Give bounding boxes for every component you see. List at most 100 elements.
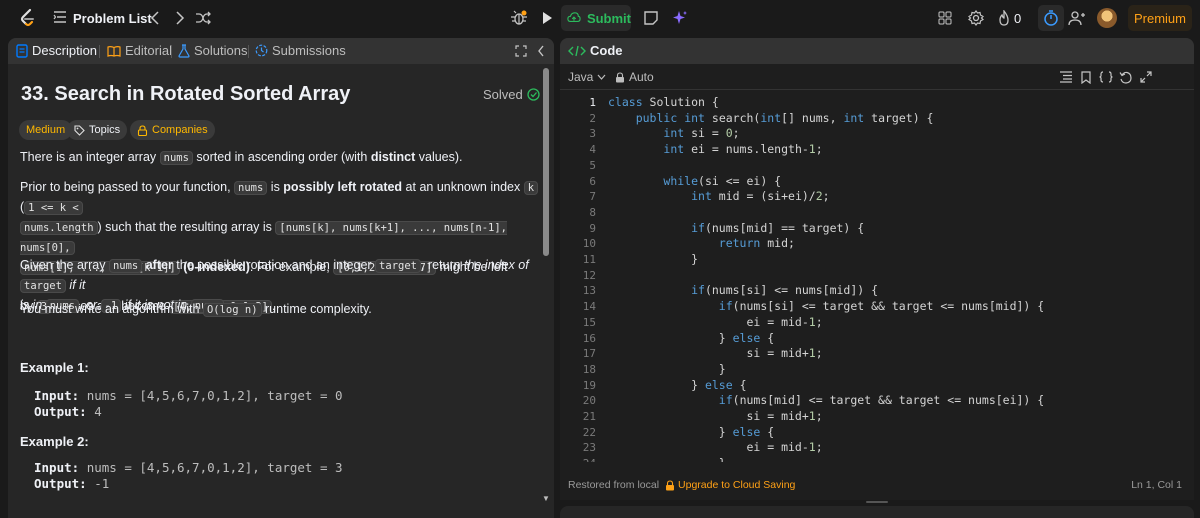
code-panel-header: Code (560, 38, 1194, 64)
premium-button[interactable]: Premium (1128, 5, 1192, 31)
history-icon (255, 44, 268, 57)
line-number: 15 (582, 315, 596, 329)
tab-description-label: Description (32, 43, 98, 58)
leetcode-logo-icon[interactable] (18, 8, 38, 28)
scroll-down-arrow[interactable]: ▼ (542, 494, 550, 503)
description-paragraph-4: You must write an algorithm with O(log n… (20, 302, 372, 317)
note-icon[interactable] (640, 7, 662, 29)
code-line: if(nums[si] <= target && target <= nums[… (718, 299, 1045, 314)
expand-icon[interactable] (1138, 69, 1154, 85)
line-number: 16 (582, 331, 596, 345)
code-line: if(nums[mid] == target) { (691, 220, 865, 235)
code-line: ei = mid-1; (608, 440, 823, 455)
line-number: 20 (582, 394, 596, 408)
line-number: 23 (582, 441, 596, 455)
solved-label: Solved (483, 87, 523, 102)
upgrade-cloud-saving-link[interactable]: Upgrade to Cloud Saving (665, 479, 795, 491)
topics-tag[interactable]: Topics (67, 120, 128, 140)
line-number: 5 (589, 158, 596, 172)
tab-editorial[interactable]: Editorial (107, 43, 172, 58)
tab-description[interactable]: Description (16, 43, 97, 58)
settings-gear-icon[interactable] (966, 8, 986, 28)
lock-icon (616, 71, 624, 82)
ai-sparkle-icon[interactable] (669, 7, 691, 29)
editor-toolbar: Java Auto (560, 64, 1194, 90)
problem-list-link[interactable]: Problem List (73, 11, 152, 26)
code-editor[interactable]: 123456789101112131415161718192021222324c… (560, 94, 1194, 462)
line-number: 11 (582, 253, 596, 266)
auto-mode-toggle[interactable]: Auto (615, 70, 654, 84)
problem-content: 33. Search in Rotated Sorted Array Solve… (8, 64, 546, 518)
code-line: if(nums[mid] <= target && target <= nums… (718, 393, 1045, 408)
shuffle-icon[interactable] (194, 9, 212, 27)
example-2-input: Input: nums = [4,5,6,7,0,1,2], target = … (34, 460, 343, 475)
collapse-panel-icon[interactable] (535, 44, 547, 58)
code-line: } else { (608, 424, 775, 439)
layout-grid-icon[interactable] (936, 9, 954, 27)
lock-icon (137, 124, 148, 136)
user-avatar[interactable] (1097, 8, 1117, 28)
tag-icon (74, 124, 85, 136)
timer-icon[interactable] (1038, 5, 1064, 31)
code-line: public int search(int[] nums, int target… (635, 110, 934, 125)
line-number: 6 (589, 174, 596, 188)
cloud-upload-icon (567, 12, 581, 23)
run-button[interactable] (536, 7, 558, 29)
panel-resize-handle[interactable] (866, 501, 888, 503)
tab-code[interactable]: Code (568, 43, 623, 58)
debug-icon[interactable] (508, 7, 530, 29)
problem-title: 33. Search in Rotated Sorted Array (21, 83, 351, 105)
companies-tag[interactable]: Companies (130, 120, 215, 140)
difficulty-label: Medium (26, 124, 66, 136)
code-line: si = mid+1; (608, 346, 823, 361)
restore-status: Restored from local (568, 479, 660, 491)
submit-label: Submit (586, 10, 631, 26)
line-number: 19 (582, 378, 596, 392)
next-problem-button[interactable] (173, 9, 187, 27)
braces-icon[interactable] (1098, 69, 1114, 85)
tab-divider (248, 45, 249, 58)
description-footer (8, 512, 554, 518)
reset-code-icon[interactable] (1118, 69, 1134, 85)
code-line: } else { (608, 377, 747, 392)
code-line: int ei = nums.length-1; (663, 142, 823, 157)
difficulty-badge[interactable]: Medium (19, 120, 73, 140)
companies-label: Companies (152, 124, 208, 136)
tab-submissions[interactable]: Submissions (255, 43, 346, 58)
chevron-down-icon (597, 74, 606, 80)
submit-button[interactable]: Submit (561, 5, 631, 31)
code-line: int si = 0; (663, 126, 740, 141)
code-tab-label: Code (590, 43, 623, 58)
line-number: 13 (582, 284, 596, 298)
example-1-input: Input: nums = [4,5,6,7,0,1,2], target = … (34, 388, 343, 403)
line-number: 1 (589, 96, 596, 109)
language-select[interactable]: Java (568, 70, 606, 84)
flask-icon (178, 43, 190, 58)
tab-solutions-label: Solutions (194, 43, 248, 58)
code-line: si = mid+1; (608, 409, 823, 423)
line-number: 17 (582, 347, 596, 361)
code-panel: Code Java Auto 1 2 3 4 5 6 7 8 9 10 11 12 13 14 15 16 17… (560, 38, 1194, 500)
tab-solutions[interactable]: Solutions (178, 43, 247, 58)
format-icon[interactable] (1058, 69, 1074, 85)
example-2-output: Output: -1 (34, 476, 110, 491)
tab-divider (171, 45, 172, 58)
example-1-output: Output: 4 (34, 404, 102, 419)
solved-status: Solved (483, 87, 540, 102)
example-1-heading: Example 1: (20, 360, 89, 375)
code-line: } else { (608, 330, 775, 345)
add-user-icon[interactable] (1066, 7, 1088, 29)
line-number: 22 (582, 425, 596, 439)
fullscreen-icon[interactable] (514, 44, 528, 58)
previous-problem-button[interactable] (148, 9, 162, 27)
description-scrollbar[interactable] (543, 68, 549, 256)
problem-list-icon[interactable] (53, 10, 67, 24)
streak-counter[interactable]: 0 (998, 8, 1021, 28)
example-2-heading: Example 2: (20, 434, 89, 449)
code-line: } (608, 456, 726, 462)
bookmark-icon[interactable] (1078, 69, 1094, 85)
line-number: 10 (582, 237, 596, 251)
language-label: Java (568, 70, 594, 84)
check-circle-icon (527, 88, 540, 101)
flame-icon (999, 10, 1009, 26)
